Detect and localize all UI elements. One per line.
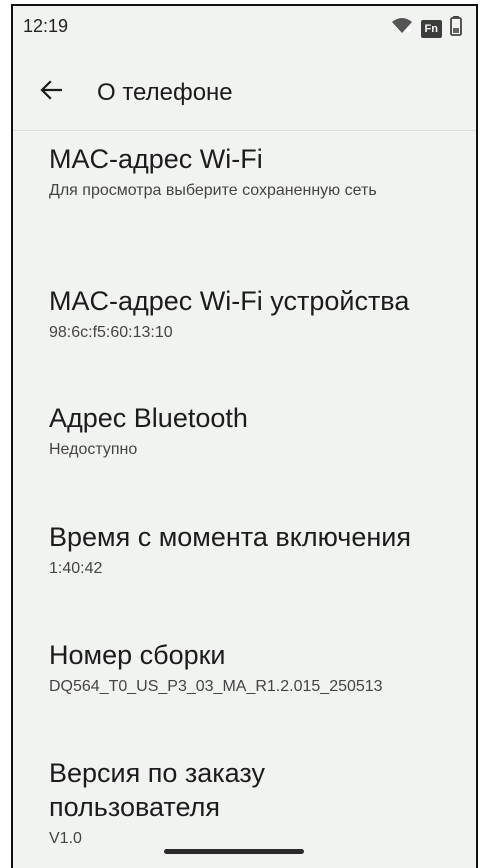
gesture-nav-handle[interactable] xyxy=(164,849,304,854)
phone-screen: 12:19 Fn О телефоне MAC-адрес Wi-Fi Для … xyxy=(11,4,478,868)
status-bar: 12:19 Fn xyxy=(13,6,476,52)
item-subtitle: 98:6c:f5:60:13:10 xyxy=(49,324,173,341)
status-icons: Fn xyxy=(391,16,462,41)
item-title: Время с момента включения xyxy=(49,522,411,552)
item-subtitle: Недоступно xyxy=(49,441,138,458)
item-title: Адрес Bluetooth xyxy=(49,403,248,433)
list-item-bluetooth-address[interactable]: Адрес Bluetooth Недоступно xyxy=(49,401,466,461)
battery-icon xyxy=(450,16,462,41)
back-arrow-icon[interactable] xyxy=(31,70,71,110)
list-item-wifi-mac[interactable]: MAC-адрес Wi-Fi Для просмотра выберите с… xyxy=(49,142,466,202)
app-bar: О телефоне xyxy=(13,52,476,130)
list-item-uptime[interactable]: Время с момента включения 1:40:42 xyxy=(49,520,466,580)
item-subtitle: DQ564_T0_US_P3_03_MA_R1.2.015_250513 xyxy=(49,678,383,695)
fn-icon: Fn xyxy=(420,19,442,38)
list-item-build-number[interactable]: Номер сборки DQ564_T0_US_P3_03_MA_R1.2.0… xyxy=(49,638,466,698)
list-item-custom-version[interactable]: Версия по заказу пользователя V1.0 xyxy=(49,756,336,850)
item-subtitle: Для просмотра выберите сохраненную сеть xyxy=(49,182,377,199)
wifi-icon xyxy=(391,17,413,40)
status-time: 12:19 xyxy=(23,16,69,36)
item-title: MAC-адрес Wi-Fi устройства xyxy=(49,286,410,316)
item-title: Номер сборки xyxy=(49,640,226,670)
item-title: Версия по заказу пользователя xyxy=(49,758,265,822)
item-title: MAC-адрес Wi-Fi xyxy=(49,144,263,174)
list-item-device-wifi-mac[interactable]: MAC-адрес Wi-Fi устройства 98:6c:f5:60:1… xyxy=(49,284,466,344)
app-bar-divider xyxy=(13,130,476,131)
item-subtitle: V1.0 xyxy=(49,830,82,847)
page-title: О телефоне xyxy=(97,79,233,106)
item-subtitle: 1:40:42 xyxy=(49,560,103,577)
